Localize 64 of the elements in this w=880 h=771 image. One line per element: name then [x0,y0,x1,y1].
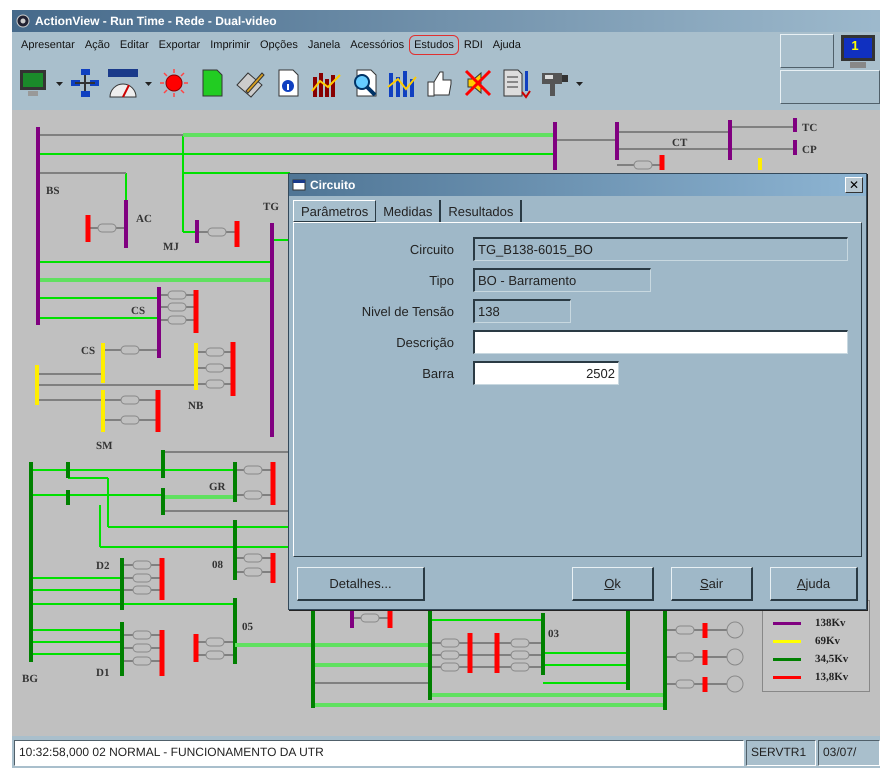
input-field[interactable]: 138 [473,299,571,323]
bus-label: SM [96,440,112,452]
app-icon [16,14,30,28]
menu-item[interactable]: Editar [114,35,154,55]
bus-label: CP [802,144,817,156]
menu-item[interactable]: Apresentar [16,35,80,55]
menu-item[interactable]: Janela [302,35,346,55]
dialog-icon [292,178,306,192]
legend-label: 34,5Kv [815,653,848,665]
close-button[interactable]: ✕ [845,177,863,193]
bus-label: TG [263,201,279,213]
dialog-button[interactable]: Ajuda [770,567,858,601]
bus-label: AC [136,213,152,225]
bus-label: TC [802,122,818,134]
server-name: SERVTR1 [746,740,816,766]
bus-label: CS [81,345,96,357]
menu-item[interactable]: Imprimir [205,35,255,55]
bus-label: BG [22,673,38,685]
panel-box [780,34,834,68]
bus-label: D2 [96,560,110,572]
dialog-button[interactable]: Ok [572,567,654,601]
legend-label: 69Kv [815,635,840,647]
bus-label: D1 [96,667,110,679]
field-label: Tipo [428,272,454,288]
tab[interactable]: Parâmetros [293,200,376,222]
input-field[interactable] [473,330,848,354]
network-icon[interactable] [69,67,101,99]
menu-item[interactable]: Ação [80,35,115,55]
dialog-title: Circuito [310,178,356,192]
input-field[interactable]: TG_B138-6015_BO [473,237,848,261]
status-message: 10:32:58,000 02 NORMAL - FUNCIONAMENTO DA UTR [14,740,744,766]
dropdown-arrow-icon[interactable] [145,80,152,86]
bus-label: 05 [242,621,253,633]
menu-item[interactable]: Ajuda [488,35,526,55]
field-label: Nivel de Tensão [360,304,454,318]
menu-item[interactable]: Exportar [154,35,206,55]
input-field[interactable]: 2502 [473,361,619,385]
bus-label: 03 [548,628,559,640]
legend-label: 13,8Kv [815,671,848,683]
dialog-button[interactable]: Detalhes... [297,567,425,601]
dropdown-arrow-icon[interactable] [576,80,583,86]
field-label: Barra [421,366,454,380]
bus-label: 08 [212,559,223,571]
menu-item[interactable]: Opções [254,35,303,55]
legend-label: 138Kv [815,617,846,629]
bus-label: GR [209,481,226,493]
sun-icon[interactable] [158,67,190,99]
bus-label: BS [46,185,60,197]
menu-item[interactable]: Acessórios [345,35,410,55]
status-date: 03/07/ [818,740,880,766]
gauge-icon[interactable] [107,67,139,99]
menu-item[interactable]: Estudos [409,35,459,55]
bus-label: NB [188,400,204,412]
window-title: ActionView - Run Time - Rede - Dual-video [35,14,277,28]
bus-label: CT [672,137,688,149]
dialog-button[interactable]: Sair [671,567,753,601]
bus-label: CS [131,305,146,317]
field-label: Descrição [395,334,454,350]
dropdown-arrow-icon[interactable] [56,80,63,86]
field-label: Circuito [408,242,454,256]
bus-label: MJ [163,241,179,253]
input-field[interactable]: BO - Barramento [473,268,651,292]
menu-item[interactable]: RDI [458,35,488,55]
muted-speaker-icon[interactable] [462,67,494,99]
